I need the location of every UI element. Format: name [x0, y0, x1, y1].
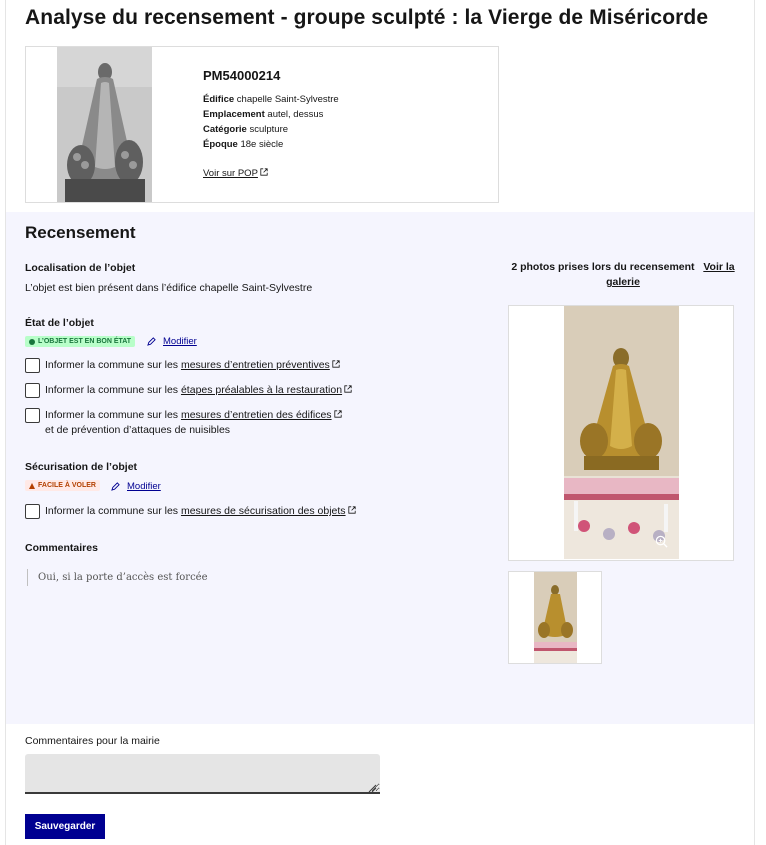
etat-badge: L’OBJET EST EN BON ÉTAT [25, 336, 136, 347]
page-title: Analyse du recensement - groupe sculpté … [25, 6, 709, 29]
modify-etat-link[interactable]: Modifier [147, 336, 197, 347]
photo-thumbnail-image[interactable] [534, 572, 577, 663]
check-prefix: Informer la commune sur les [45, 359, 181, 371]
meta-edifice: Édifice chapelle Saint-Sylvestre [203, 94, 339, 105]
meta-epoque: Époque 18e siècle [203, 139, 283, 150]
commentaires-label: Commentaires [25, 542, 98, 554]
checkbox-entretien-preventives[interactable] [25, 358, 40, 373]
meta-epoque-label: Époque [203, 139, 238, 150]
securisation-label: Sécurisation de l’objet [25, 461, 138, 473]
localisation-text: L’objet est bien présent dans l’édifice … [25, 282, 313, 294]
check-row-entretien-edifices[interactable]: Informer la commune sur les mesures d’en… [25, 408, 342, 438]
mairie-comment-label: Commentaires pour la mairie [25, 735, 160, 747]
section-title-recensement: Recensement [25, 223, 136, 242]
external-link-icon [332, 360, 340, 368]
check-text: Informer la commune sur les mesures d’en… [45, 358, 340, 373]
check-row-securisation[interactable]: Informer la commune sur les mesures de s… [25, 504, 356, 519]
check-circle-icon [29, 338, 35, 345]
modify-securisation-label[interactable]: Modifier [127, 481, 161, 492]
external-link-icon [333, 410, 342, 418]
commentaire-quote: Oui, si la porte d’accès est forcée [27, 569, 208, 586]
check-prefix: Informer la commune sur les [45, 505, 181, 517]
meta-emplacement: Emplacement autel, dessus [203, 109, 323, 120]
pencil-icon [111, 482, 120, 491]
pencil-icon [147, 337, 156, 346]
meta-epoque-value: 18e siècle [240, 139, 284, 150]
photo-thumbnail[interactable] [508, 571, 602, 664]
check-prefix: Informer la commune sur les [45, 409, 181, 421]
checkbox-entretien-edifices[interactable] [25, 408, 40, 423]
link-etapes-restauration[interactable]: étapes préalables à la restauration [181, 384, 342, 396]
link-mesures-entretien-preventives[interactable]: mesures d’entretien préventives [181, 359, 330, 371]
check-text: Informer la commune sur les étapes préal… [45, 383, 352, 398]
check-row-entretien-preventives[interactable]: Informer la commune sur les mesures d’en… [25, 358, 340, 373]
external-link-icon [347, 506, 356, 514]
etat-badge-label: L’OBJET EST EN BON ÉTAT [38, 338, 132, 345]
statue-photo-bw [57, 47, 152, 202]
meta-emplacement-label: Emplacement [203, 109, 265, 120]
pop-link-label[interactable]: Voir sur POP [203, 168, 258, 179]
external-link-icon [344, 385, 352, 393]
check-prefix: Informer la commune sur les [45, 384, 181, 396]
modify-etat-label[interactable]: Modifier [163, 336, 197, 347]
meta-categorie-label: Catégorie [203, 124, 247, 135]
check-text: Informer la commune sur les mesures de s… [45, 504, 356, 519]
object-card: PM54000214 Édifice chapelle Saint-Sylves… [25, 46, 499, 203]
photos-title: 2 photos prises lors du recensement Voir… [508, 260, 738, 290]
statue-photo-color [564, 306, 679, 559]
save-button[interactable]: Sauvegarder [25, 814, 105, 839]
checkbox-securisation[interactable] [25, 504, 40, 519]
check-text: Informer la commune sur les mesures d’en… [45, 408, 342, 438]
meta-emplacement-value: autel, dessus [267, 109, 324, 120]
frame-border-right [754, 0, 755, 845]
statue-thumbnail [534, 572, 577, 663]
meta-categorie-value: sculpture [249, 124, 289, 135]
object-photo[interactable] [57, 47, 152, 202]
modify-securisation-link[interactable]: Modifier [111, 481, 161, 492]
meta-categorie: Catégorie sculpture [203, 124, 288, 135]
pop-link[interactable]: Voir sur POP [203, 168, 268, 179]
mairie-comment-textarea[interactable] [25, 754, 380, 794]
meta-edifice-value: chapelle Saint-Sylvestre [236, 94, 339, 105]
zoom-icon[interactable] [655, 535, 668, 548]
warning-icon [29, 482, 35, 489]
resize-handle-icon[interactable] [367, 783, 377, 793]
meta-edifice-label: Édifice [203, 94, 235, 105]
photo-main[interactable] [508, 305, 734, 561]
securisation-badge: FACILE À VOLER [25, 480, 100, 491]
etat-label: État de l’objet [25, 317, 94, 329]
object-code: PM54000214 [203, 68, 281, 83]
check-suffix: et de prévention d’attaques de nuisibles [45, 424, 231, 436]
external-link-icon [260, 168, 268, 176]
check-row-etapes-restauration[interactable]: Informer la commune sur les étapes préal… [25, 383, 352, 398]
recensement-section: Recensement Localisation de l’objet L’ob… [6, 212, 754, 724]
link-mesures-securisation[interactable]: mesures de sécurisation des objets [181, 505, 346, 517]
photos-title-text: 2 photos prises lors du recensement [511, 261, 695, 273]
link-entretien-edifices[interactable]: mesures d’entretien des édifices [181, 409, 332, 421]
photo-main-image[interactable] [564, 306, 679, 559]
securisation-badge-label: FACILE À VOLER [38, 482, 96, 489]
checkbox-etapes-restauration[interactable] [25, 383, 40, 398]
localisation-label: Localisation de l’objet [25, 262, 136, 274]
